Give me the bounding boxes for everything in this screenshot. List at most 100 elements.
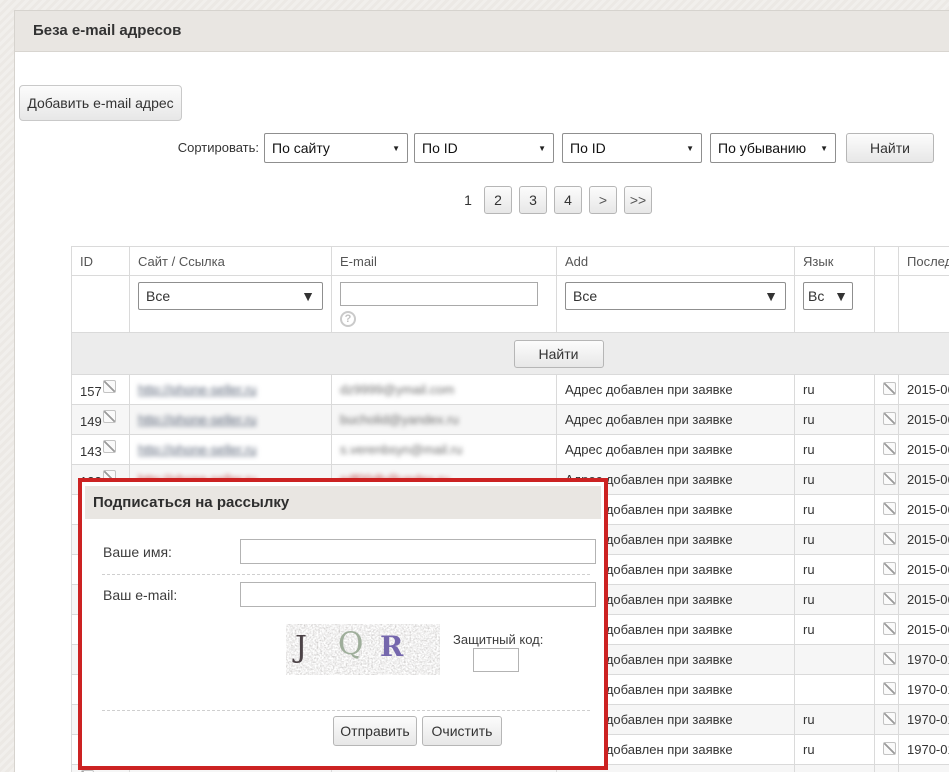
email-value: dz9999@ymail.com	[340, 382, 454, 397]
row-id: 157	[80, 384, 102, 399]
table-find-button[interactable]: Найти	[514, 340, 604, 368]
pagination: 1 2 3 4 > >>	[459, 186, 652, 214]
sort-label: Сортировать:	[171, 133, 259, 163]
add-email-button[interactable]: Добавить e-mail адрес	[19, 85, 182, 121]
edit-icon[interactable]	[103, 440, 116, 453]
table-row: 143 http://phone-seller.ru s.verenbsyn@m…	[72, 435, 949, 465]
language-value: ru	[795, 405, 875, 435]
filter-email-input[interactable]	[340, 282, 538, 306]
last-date: 2015-06	[899, 555, 949, 585]
chevron-down-icon: ▼	[820, 144, 828, 153]
language-value: ru	[795, 705, 875, 735]
col-header-add: Add	[557, 247, 795, 276]
edit-icon[interactable]	[883, 532, 896, 545]
last-date: 1970-01	[899, 705, 949, 735]
page-button-4[interactable]: 4	[554, 186, 582, 214]
edit-icon[interactable]	[883, 562, 896, 575]
col-header-email: E-mail	[332, 247, 557, 276]
email-value: bucholid@yandex.ru	[340, 412, 459, 427]
edit-icon[interactable]	[883, 682, 896, 695]
last-date: 2015-06	[899, 525, 949, 555]
sort-select-site[interactable]: По сайту ▼	[264, 133, 408, 163]
last-date: 2015-06	[899, 615, 949, 645]
row-id: 143	[80, 444, 102, 459]
last-date: 2015-06	[899, 435, 949, 465]
language-value: ru	[795, 495, 875, 525]
edit-icon[interactable]	[883, 652, 896, 665]
name-input[interactable]	[240, 539, 596, 564]
captcha-image: J Q R	[286, 624, 440, 675]
edit-icon[interactable]	[103, 380, 116, 393]
captcha-letter: R	[380, 630, 403, 663]
page-button-3[interactable]: 3	[519, 186, 547, 214]
col-header-edit	[875, 247, 899, 276]
last-date: 2015-06	[899, 405, 949, 435]
last-date: 2015-06	[899, 375, 949, 405]
sort-select-id-2[interactable]: По ID ▼	[562, 133, 702, 163]
captcha-letter: J	[295, 630, 307, 665]
table-find-row: Найти	[72, 333, 949, 375]
divider	[102, 574, 590, 575]
col-header-last: Послед	[899, 247, 949, 276]
code-label: Защитный код:	[453, 632, 543, 647]
page-current: 1	[459, 192, 477, 208]
language-value	[795, 675, 875, 705]
chevron-down-icon: ▼	[392, 144, 400, 153]
edit-icon[interactable]	[883, 412, 896, 425]
edit-icon[interactable]	[883, 712, 896, 725]
table-filter-row: Все ▼ ? Все ▼ Вс	[72, 276, 949, 333]
language-value: ru	[795, 735, 875, 765]
filter-add-select[interactable]: Все ▼	[565, 282, 786, 310]
page-next-button[interactable]: >	[589, 186, 617, 214]
table-header-row: ID Сайт / Ссылка E-mail Add Язык Послед	[72, 247, 949, 276]
row-id: 149	[80, 414, 102, 429]
col-header-id: ID	[72, 247, 130, 276]
edit-icon[interactable]	[883, 382, 896, 395]
sort-select-id-1[interactable]: По ID ▼	[414, 133, 554, 163]
last-date: 1970-01	[899, 735, 949, 765]
sort-select-order[interactable]: По убыванию ▼	[710, 133, 836, 163]
edit-icon[interactable]	[883, 502, 896, 515]
filter-site-select[interactable]: Все ▼	[138, 282, 323, 310]
help-icon[interactable]: ?	[340, 311, 356, 327]
edit-icon[interactable]	[883, 592, 896, 605]
clear-button[interactable]: Очистить	[422, 716, 502, 746]
language-value: ru	[795, 525, 875, 555]
edit-icon[interactable]	[103, 410, 116, 423]
chevron-down-icon: ▼	[301, 288, 315, 304]
edit-icon[interactable]	[883, 472, 896, 485]
email-input[interactable]	[240, 582, 596, 607]
language-value: ru	[795, 435, 875, 465]
language-value: ru	[795, 615, 875, 645]
site-link[interactable]: http://phone-seller.ru	[138, 382, 257, 397]
edit-icon[interactable]	[883, 442, 896, 455]
add-comment: Адрес добавлен при заявке	[557, 435, 795, 465]
edit-icon[interactable]	[883, 742, 896, 755]
language-value	[795, 765, 875, 772]
edit-icon[interactable]	[883, 622, 896, 635]
code-input[interactable]	[473, 648, 519, 672]
col-header-lang: Язык	[795, 247, 875, 276]
modal-title: Подписаться на рассылку	[85, 486, 601, 519]
last-date: 2015-06	[899, 765, 949, 772]
name-label: Ваше имя:	[103, 544, 172, 560]
site-link[interactable]: http://phone-seller.ru	[138, 412, 257, 427]
sort-find-button[interactable]: Найти	[846, 133, 934, 163]
table-row: 157 http://phone-seller.ru dz9999@ymail.…	[72, 375, 949, 405]
last-date: 1970-01	[899, 675, 949, 705]
chevron-down-icon: ▼	[538, 144, 546, 153]
add-comment: Адрес добавлен при заявке	[557, 375, 795, 405]
page-last-button[interactable]: >>	[624, 186, 652, 214]
language-value: ru	[795, 555, 875, 585]
add-comment: Адрес добавлен при заявке	[557, 405, 795, 435]
page-button-2[interactable]: 2	[484, 186, 512, 214]
filter-lang-select[interactable]: Вс ▼	[803, 282, 853, 310]
table-row: 149 http://phone-seller.ru bucholid@yand…	[72, 405, 949, 435]
col-header-site: Сайт / Ссылка	[130, 247, 332, 276]
submit-button[interactable]: Отправить	[333, 716, 417, 746]
language-value	[795, 645, 875, 675]
divider	[102, 710, 590, 711]
last-date: 2015-06	[899, 465, 949, 495]
site-link[interactable]: http://phone-seller.ru	[138, 442, 257, 457]
last-date: 2015-06	[899, 585, 949, 615]
